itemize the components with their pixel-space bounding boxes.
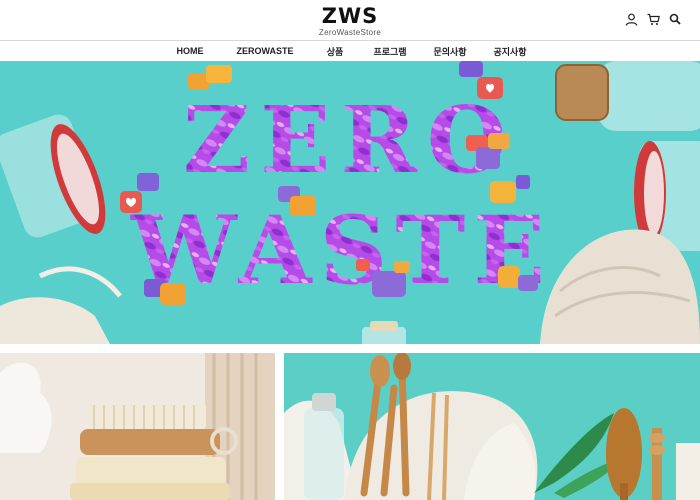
logo[interactable]: ZWS ZeroWasteStore [0,4,700,37]
product-tile-brush-soap[interactable] [0,353,275,500]
nav-item-programs[interactable]: 프로그램 [365,45,415,58]
nav-item-notice[interactable]: 공지사항 [485,45,535,58]
header-icons [624,12,682,26]
mesh-bag [0,266,122,344]
hero-line2: WASTE [130,196,553,306]
nav-item-home[interactable]: HOME [165,46,215,56]
small-jar [362,321,406,344]
hero-headline: ZERO WASTE [130,86,553,306]
main-nav: HOME ZEROWASTE 상품 프로그램 문의사항 공지사항 [0,41,700,61]
logo-subtitle: ZeroWasteStore [318,28,382,37]
logo-title[interactable]: ZWS [0,4,700,28]
search-icon[interactable] [668,12,682,26]
utensils-photo [284,353,700,500]
cart-icon[interactable] [646,12,660,26]
hero-banner[interactable]: ZERO WASTE [0,61,700,344]
cork-bottle [555,61,700,131]
user-icon[interactable] [624,12,638,26]
brush-soap-photo [0,353,275,500]
nav-item-zerowaste[interactable]: ZEROWASTE [225,46,305,56]
glass-jar-left [0,114,106,238]
nav-item-products[interactable]: 상품 [315,45,355,58]
hero-illustration: ZERO WASTE [0,61,700,344]
site-header: ZWS ZeroWasteStore [0,0,700,40]
product-tile-utensils[interactable] [284,353,700,500]
nav-item-inquiry[interactable]: 문의사항 [425,45,475,58]
